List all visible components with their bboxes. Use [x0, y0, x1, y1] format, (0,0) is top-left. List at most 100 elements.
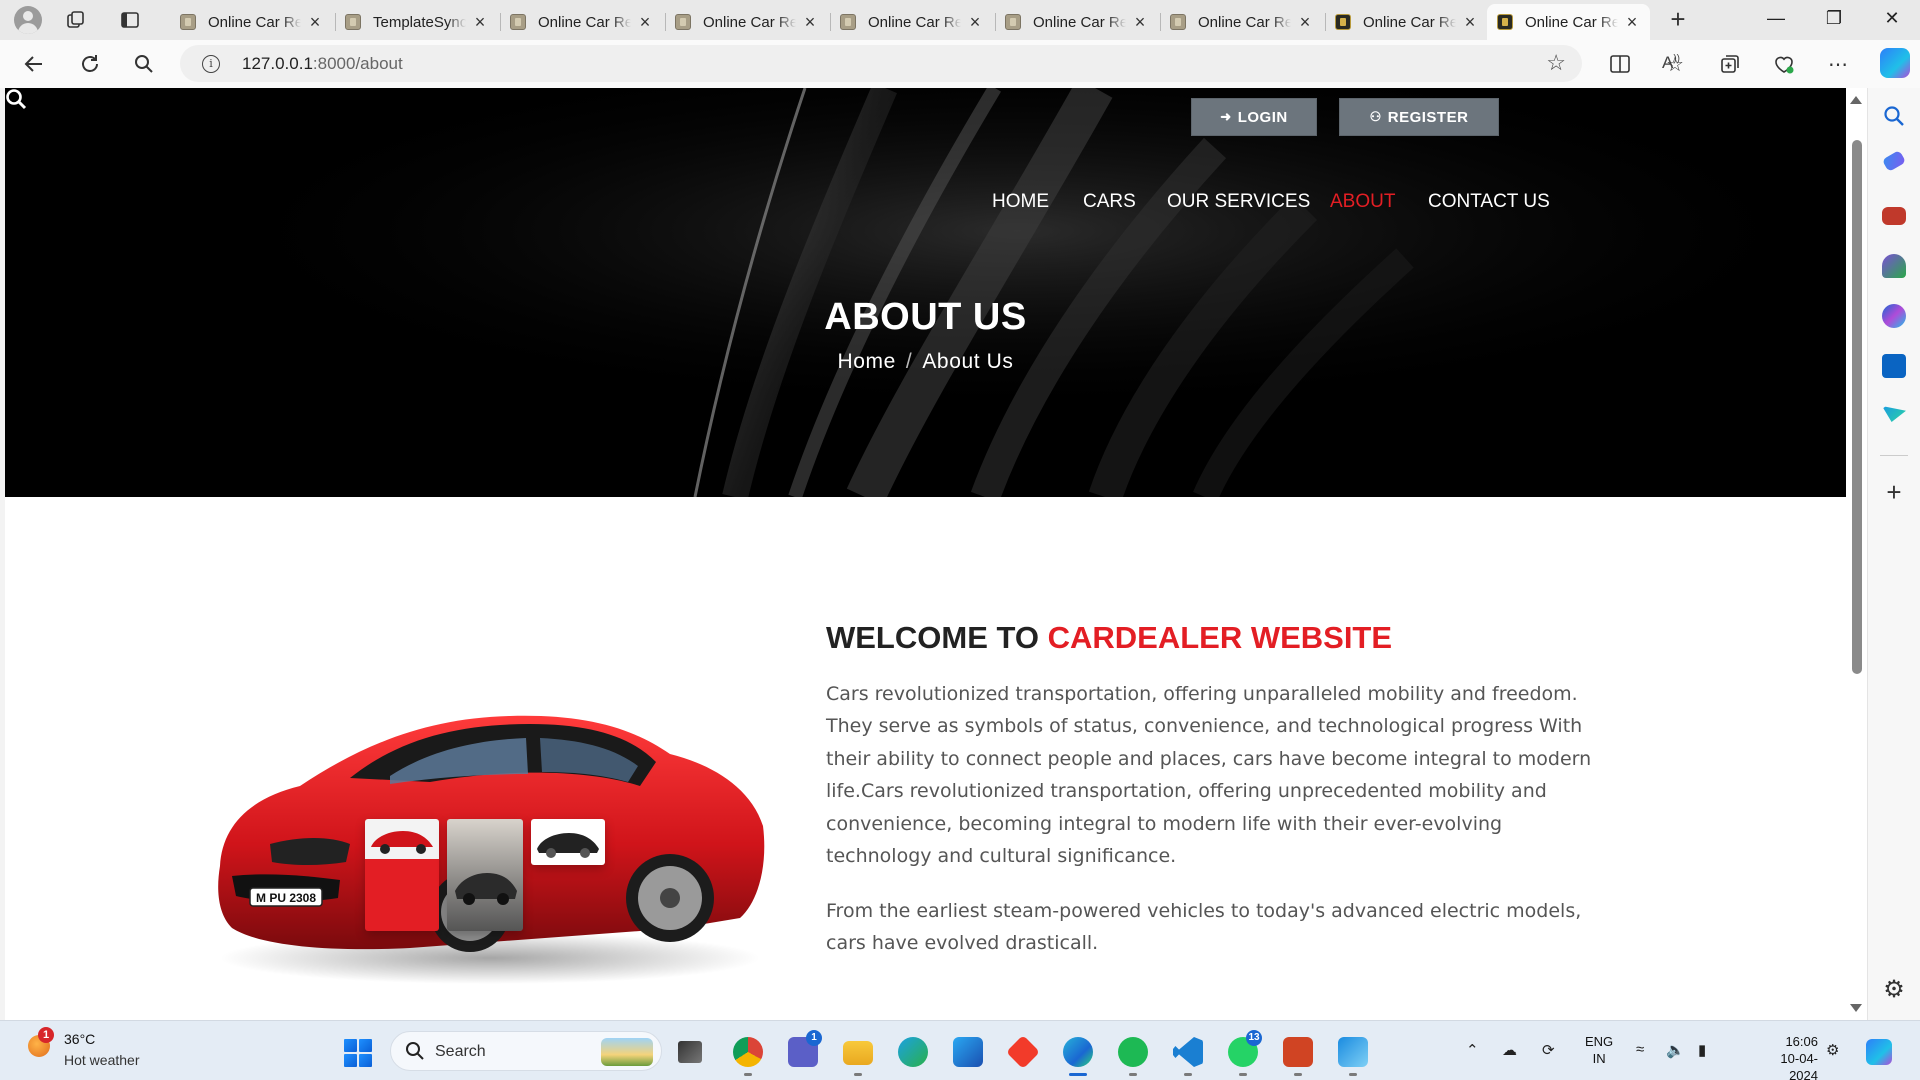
tab[interactable]: TemplateSync × — [335, 4, 498, 40]
search-icon[interactable] — [132, 52, 156, 76]
sidebar-drop-icon[interactable] — [1882, 406, 1906, 422]
edge-dev-icon[interactable] — [898, 1037, 928, 1067]
nav-cars[interactable]: CARS — [1083, 191, 1136, 213]
tab[interactable]: Online Car Rental × — [500, 4, 663, 40]
sidebar-tools-briefcase-icon[interactable] — [1882, 207, 1906, 225]
tab-close-icon[interactable]: × — [307, 13, 323, 31]
weather-temperature[interactable]: 36°C — [64, 1031, 95, 1047]
split-screen-icon[interactable] — [1606, 50, 1634, 78]
nav-contact-us[interactable]: CONTACT US — [1428, 191, 1550, 213]
tab-close-icon[interactable]: × — [1297, 13, 1313, 31]
volume-icon[interactable]: 🔈 — [1666, 1041, 1685, 1059]
tab-actions-icon[interactable] — [118, 8, 142, 32]
login-button[interactable]: ➜ LOGIN — [1191, 98, 1317, 136]
tab[interactable]: Online Car Rental × — [170, 4, 333, 40]
photos-icon[interactable] — [1338, 1037, 1368, 1067]
thumbnail-car-black-image — [537, 833, 599, 858]
sync-icon[interactable]: ⟳ — [1542, 1041, 1555, 1059]
collections-icon[interactable] — [1716, 50, 1744, 78]
tab-title: TemplateSync — [373, 13, 466, 31]
weather-description[interactable]: Hot weather — [64, 1052, 139, 1068]
more-menu-icon[interactable]: ⋯ — [1824, 50, 1852, 78]
notification-bell-icon[interactable]: ⚙ — [1826, 1041, 1839, 1059]
scroll-up-arrow-icon[interactable] — [1850, 96, 1862, 104]
tab[interactable]: Online Car Rental × — [665, 4, 828, 40]
vscode-icon[interactable] — [1173, 1037, 1203, 1067]
sidebar-games-chess-icon[interactable] — [1882, 254, 1906, 278]
site-favicon-icon — [180, 14, 196, 30]
copilot-taskbar-icon[interactable] — [1866, 1039, 1892, 1065]
restore-button[interactable]: ❐ — [1822, 8, 1846, 29]
nav-search-icon[interactable] — [5, 88, 27, 110]
close-window-button[interactable]: ✕ — [1880, 8, 1904, 29]
edge-icon[interactable] — [1063, 1037, 1093, 1067]
powerpoint-running-indicator — [1294, 1073, 1302, 1076]
sidebar-shopping-tag-icon[interactable] — [1881, 149, 1907, 173]
site-favicon-icon — [510, 14, 526, 30]
taskbar-search-box[interactable]: Search — [390, 1031, 662, 1071]
tab-close-icon[interactable]: × — [472, 13, 488, 31]
profile-avatar-icon[interactable] — [14, 6, 42, 34]
new-tab-button[interactable]: + — [1664, 6, 1692, 32]
favorite-star-icon[interactable]: ☆ — [1546, 50, 1566, 76]
tab-title: Online Car Rental — [538, 13, 631, 31]
back-arrow-icon[interactable] — [22, 52, 46, 76]
tab-close-icon[interactable]: × — [967, 13, 983, 31]
url-text[interactable]: 127.0.0.1:8000/about — [242, 54, 403, 74]
task-view-icon[interactable] — [678, 1041, 702, 1063]
onedrive-cloud-icon[interactable]: ☁ — [1502, 1041, 1517, 1059]
git-tool-icon[interactable] — [1006, 1035, 1040, 1069]
address-bar[interactable]: i 127.0.0.1:8000/about A)) ☆ — [180, 45, 1680, 82]
thumbnail-car-gray[interactable] — [447, 819, 523, 931]
windows-start-icon[interactable] — [344, 1039, 372, 1067]
register-button[interactable]: ⚇ REGISTER — [1339, 98, 1499, 136]
thumbnail-red-panel[interactable] — [365, 819, 439, 931]
nav-home[interactable]: HOME — [992, 191, 1049, 213]
sidebar-outlook-icon[interactable] — [1882, 354, 1906, 378]
workspaces-icon[interactable] — [64, 8, 88, 32]
site-info-icon[interactable]: i — [202, 55, 220, 73]
favorites-icon[interactable]: ☆ — [1661, 50, 1689, 78]
nav-our-services[interactable]: OUR SERVICES — [1167, 191, 1310, 213]
powerpoint-icon[interactable] — [1283, 1037, 1313, 1067]
scroll-thumb[interactable] — [1852, 140, 1862, 674]
nav-about[interactable]: ABOUT — [1330, 191, 1395, 213]
page-scrollbar[interactable] — [1846, 88, 1867, 1020]
tab-close-icon[interactable]: × — [1132, 13, 1148, 31]
tab[interactable]: Online Car Rental × — [830, 4, 993, 40]
tab[interactable]: Online Car Rental × — [995, 4, 1158, 40]
sidebar-search-icon[interactable] — [1882, 104, 1906, 128]
battery-icon[interactable]: ▮ — [1698, 1041, 1706, 1059]
spotify-icon[interactable] — [1118, 1037, 1148, 1067]
sidebar-m365-icon[interactable] — [1882, 304, 1906, 328]
tab-separator — [500, 13, 501, 31]
language-indicator[interactable]: ENG IN — [1585, 1033, 1613, 1067]
minimize-button[interactable]: — — [1764, 8, 1788, 29]
sidebar-settings-gear-icon[interactable]: ⚙ — [1882, 978, 1906, 1002]
tab-title: Online Car Rental — [1525, 13, 1618, 31]
tab-close-icon[interactable]: × — [802, 13, 818, 31]
file-explorer-icon[interactable] — [843, 1041, 873, 1065]
browser-essentials-icon[interactable] — [1770, 50, 1798, 78]
show-hidden-icons-chevron-up-icon[interactable]: ⌃ — [1466, 1041, 1479, 1059]
refresh-icon[interactable] — [78, 52, 102, 76]
breadcrumb-home[interactable]: Home — [837, 350, 895, 373]
chrome-icon[interactable] — [733, 1037, 763, 1067]
tab-close-icon[interactable]: × — [637, 13, 653, 31]
microsoft-store-icon[interactable] — [953, 1037, 983, 1067]
tab[interactable]: Online Car Rental × — [1160, 4, 1323, 40]
tab-title: Online Car Rental — [1033, 13, 1126, 31]
site-favicon-icon — [675, 14, 691, 30]
thumbnail-car-black[interactable] — [531, 819, 605, 865]
system-clock[interactable]: 16:06 10-04-2024 — [1756, 1033, 1818, 1080]
copilot-icon[interactable] — [1880, 48, 1910, 78]
tab[interactable]: Online Car Rental × — [1325, 4, 1488, 40]
tab-active[interactable]: Online Car Rental × — [1487, 4, 1650, 40]
wifi-icon[interactable]: ≈ — [1636, 1041, 1644, 1058]
tab-close-icon[interactable]: × — [1624, 13, 1640, 31]
user-plus-icon: ⚇ — [1369, 109, 1382, 124]
tab-close-icon[interactable]: × — [1462, 13, 1478, 31]
scroll-down-arrow-icon[interactable] — [1850, 1004, 1862, 1012]
edge-active-indicator — [1069, 1073, 1087, 1076]
sidebar-add-icon[interactable]: + — [1882, 479, 1906, 505]
